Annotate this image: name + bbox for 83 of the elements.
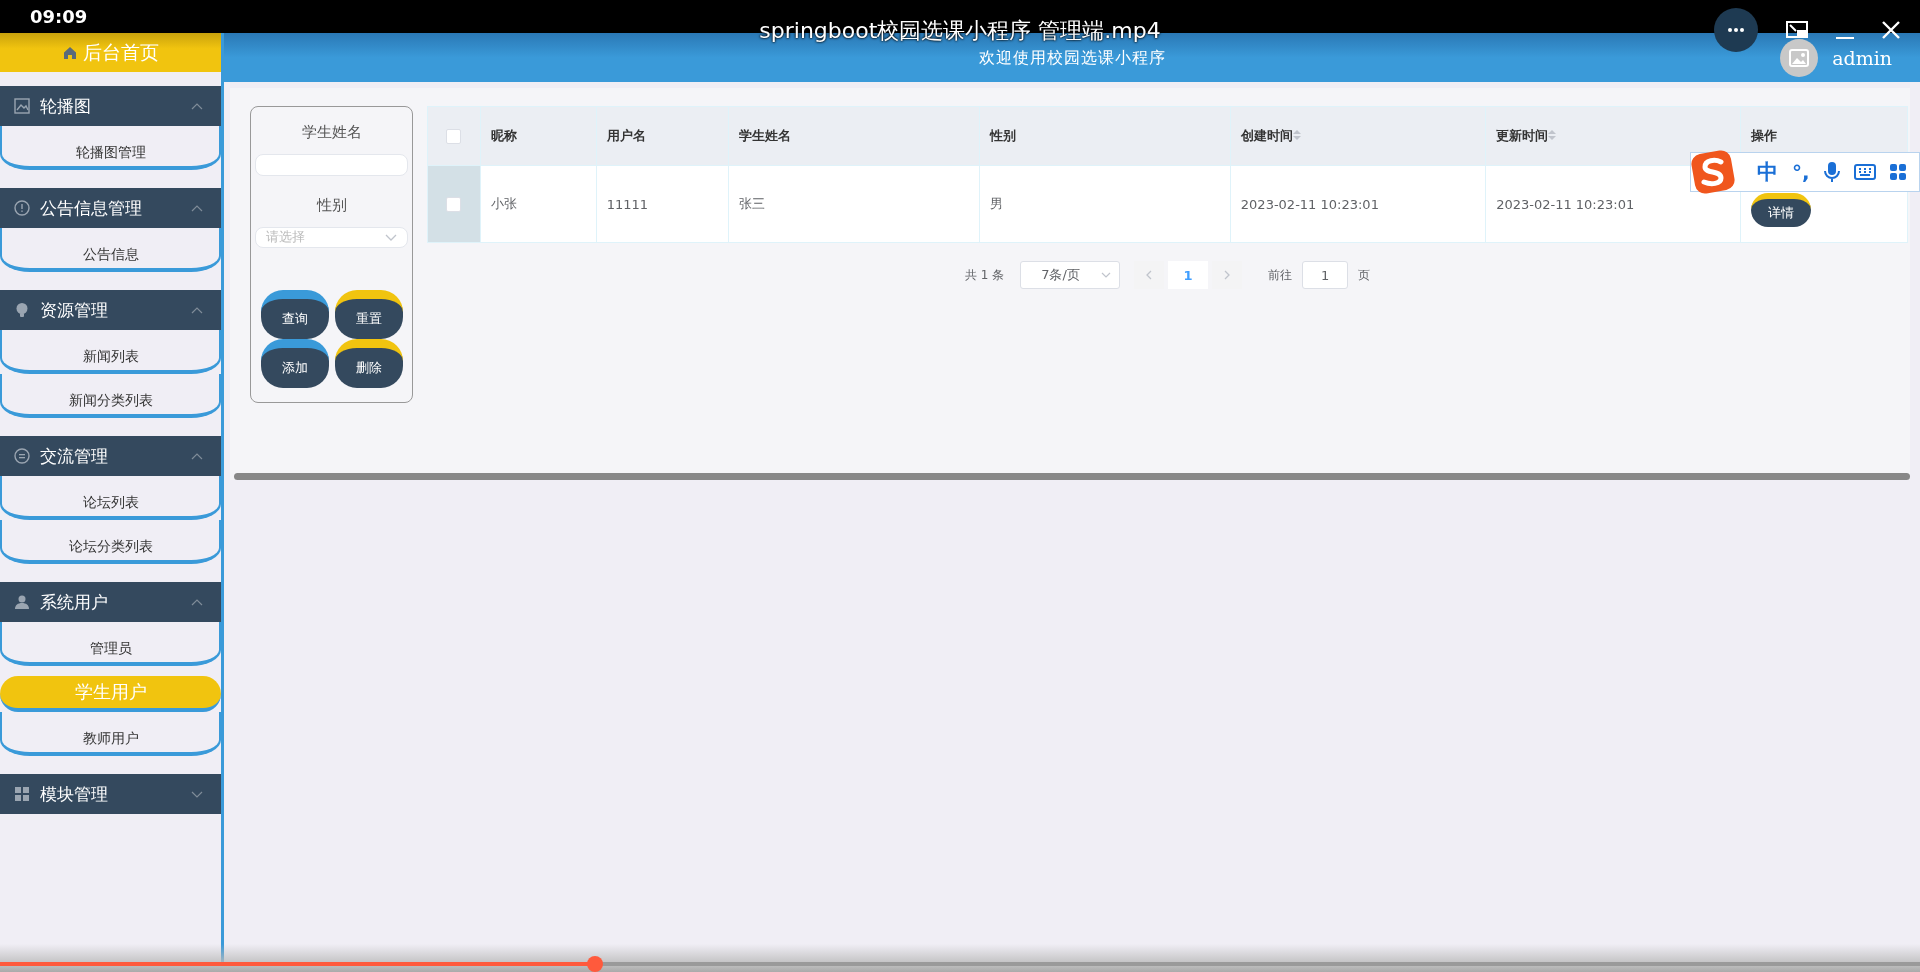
image-icon [1789,48,1810,67]
horizontal-scrollbar[interactable] [234,473,1910,480]
total-count: 共 1 条 [964,266,1005,284]
progress-handle[interactable] [587,956,604,972]
section-title: 轮播图 [40,94,92,118]
table-cell: 2023-02-11 10:23:01 [1496,196,1635,212]
punctuation-toggle[interactable]: °, [1792,160,1810,184]
chevron-up-icon [191,306,203,314]
table-cell: 小张 [490,196,517,211]
section-title: 资源管理 [40,298,109,322]
menu-item[interactable]: 轮播图管理 [0,126,221,170]
action-button[interactable]: 重置 [334,290,403,339]
table-cell: 11111 [606,196,649,212]
menu-item[interactable]: 公告信息 [0,228,221,272]
row-checkbox[interactable] [446,197,462,212]
menu-item[interactable]: 论坛分类列表 [0,520,221,564]
chevron-right-icon [1224,270,1231,280]
menu-section-header[interactable]: 公告信息管理 [0,188,221,228]
menu-section-header[interactable]: 资源管理 [0,290,221,330]
user-icon [14,594,30,610]
column-header: 昵称 [490,128,517,143]
menu-section-header[interactable]: 交流管理 [0,436,221,476]
section-title: 交流管理 [40,444,109,468]
chevron-left-icon [1146,270,1153,280]
text-field[interactable] [255,154,408,176]
section-title: 公告信息管理 [40,196,143,220]
menu-item[interactable]: 管理员 [0,622,221,666]
chevron-up-icon [191,204,203,212]
swirl-logo-icon[interactable] [1691,150,1735,194]
page-size-select[interactable]: 7条/页 [1020,261,1121,289]
keyboard-icon[interactable] [1853,164,1876,180]
details-button[interactable]: 详情 [1750,193,1811,227]
home-icon [62,45,77,60]
grid-icon [14,786,30,802]
action-button[interactable]: 添加 [260,339,329,388]
avatar[interactable] [1780,38,1819,77]
close-icon[interactable] [1882,21,1900,39]
picture-in-picture-icon[interactable] [1786,21,1808,39]
goto-label: 前往 [1268,266,1293,284]
input-mode-toggle[interactable]: 中 [1757,158,1778,186]
menu-section-header[interactable]: 模块管理 [0,774,221,814]
chat-icon [14,448,30,464]
microphone-icon[interactable] [1823,162,1840,182]
image-icon [14,98,30,114]
section-title: 系统用户 [40,590,109,614]
sort-icon[interactable] [1292,130,1301,140]
table-cell: 男 [990,196,1004,211]
select-all-checkbox[interactable] [446,129,462,144]
action-button[interactable]: 删除 [334,339,403,388]
table-cell: 张三 [739,196,766,211]
page-unit: 页 [1358,266,1371,284]
menu-item[interactable]: 新闻分类列表 [0,374,221,418]
chevron-down-icon [191,790,203,798]
column-header: 用户名 [606,128,646,143]
field-label: 学生姓名 [301,123,362,142]
menu-item[interactable]: 论坛列表 [0,476,221,520]
menu-item[interactable]: 教师用户 [0,712,221,756]
section-title: 模块管理 [40,782,109,806]
lightbulb-icon [14,302,30,318]
menu-item[interactable]: 新闻列表 [0,330,221,374]
more-icon [1728,28,1744,32]
chevron-down-icon [1101,272,1112,278]
column-header: 操作 [1750,128,1777,143]
chevron-up-icon [191,598,203,606]
action-button[interactable]: 查询 [260,290,329,339]
chevron-up-icon [191,102,203,110]
field-label: 性别 [316,195,347,215]
chevron-up-icon [191,452,203,460]
column-header: 性别 [990,128,1017,143]
column-header[interactable]: 更新时间 [1496,128,1549,143]
menu-section-header[interactable]: 轮播图 [0,86,221,126]
progress-bar[interactable] [0,956,1920,972]
column-header: 学生姓名 [739,128,792,143]
column-header[interactable]: 创建时间 [1240,128,1293,143]
menu-section-header[interactable]: 系统用户 [0,582,221,622]
grid-icon[interactable] [1889,164,1906,180]
video-time: 09:09 [30,6,88,27]
info-icon [14,200,30,216]
page-input[interactable]: 1 [1302,261,1349,289]
chevron-down-icon [385,233,397,241]
table-cell: 2023-02-11 10:23:01 [1240,196,1379,212]
sort-icon[interactable] [1548,130,1557,140]
welcome-text: 欢迎使用校园选课小程序 [978,48,1166,69]
